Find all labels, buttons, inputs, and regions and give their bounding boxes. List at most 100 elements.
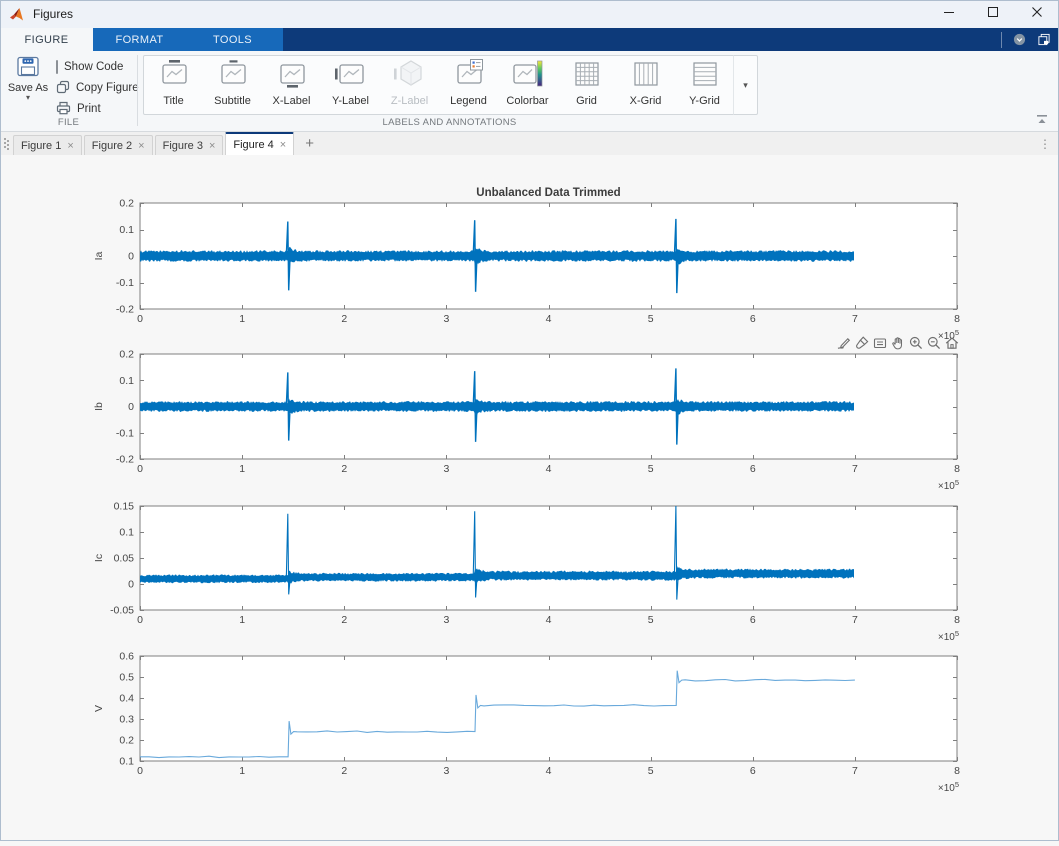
labels-section-label: LABELS AND ANNOTATIONS <box>143 117 756 128</box>
labels-section-more-button[interactable]: ▾ <box>733 55 758 115</box>
brush-icon[interactable] <box>853 334 870 351</box>
undock-icon[interactable] <box>1037 33 1051 46</box>
copy-figure-icon <box>56 80 70 97</box>
x-tick-label: 3 <box>443 614 449 626</box>
figure-tab-figure-4[interactable]: Figure 4× <box>225 132 294 155</box>
button-label: Subtitle <box>214 95 251 107</box>
x-tick-label: 1 <box>239 614 245 626</box>
figure-tab-figure-3[interactable]: Figure 3 × <box>155 135 224 155</box>
datatips-icon[interactable] <box>871 334 888 351</box>
zoom-in-icon[interactable] <box>907 334 924 351</box>
y-axis-label: Ic <box>93 554 105 562</box>
x-scale-label: ×105 <box>938 780 959 794</box>
y-tick-label: 0.05 <box>114 553 135 565</box>
button-label: Title <box>163 95 183 107</box>
x-tick-label: 3 <box>443 313 449 325</box>
x-tick-label: 3 <box>443 765 449 777</box>
y-tick-label: 0 <box>128 401 134 413</box>
button-label: Y-Label <box>332 95 369 107</box>
figure-tab-figure-2[interactable]: Figure 2 × <box>84 135 153 155</box>
figure-tab-label: Figure 2 <box>92 140 132 152</box>
title-button[interactable]: Title <box>144 56 203 114</box>
x-tick-label: 2 <box>341 313 347 325</box>
subtitle-button[interactable]: Subtitle <box>203 56 262 114</box>
tabbar-menu-icon[interactable]: ⋮ <box>1039 137 1051 151</box>
button-label: Z-Label <box>391 95 428 107</box>
minimize-toolstrip-icon[interactable] <box>1035 113 1051 127</box>
show-code-label: Show Code <box>64 61 123 73</box>
y-label-button[interactable]: Y-Label <box>321 56 380 114</box>
button-label: X-Label <box>273 95 311 107</box>
show-code-checkbox[interactable]: Show Code <box>56 59 123 75</box>
y-tick-label: -0.05 <box>110 605 134 617</box>
close-tab-icon[interactable]: × <box>209 140 215 152</box>
section-divider <box>137 55 138 126</box>
checkbox-icon <box>56 61 58 73</box>
legend-button[interactable]: Legend <box>439 56 498 114</box>
maximize-button[interactable] <box>971 0 1015 28</box>
colorbar-button[interactable]: Colorbar <box>498 56 557 114</box>
y-tick-label: 0.1 <box>119 375 134 387</box>
x-scale-label: ×105 <box>938 629 959 643</box>
ribbon-tab-tools[interactable]: TOOLS <box>186 28 279 51</box>
axes-box <box>140 656 957 761</box>
x-tick-label: 1 <box>239 463 245 475</box>
y-tick-label: 0.1 <box>119 224 134 236</box>
close-tab-icon[interactable]: × <box>67 140 73 152</box>
save-as-dropdown-icon[interactable]: ▾ <box>6 95 50 101</box>
y-tick-label: 0.15 <box>114 501 135 513</box>
copy-figure-label: Copy Figure <box>76 82 139 94</box>
y-label-icon <box>334 58 368 95</box>
x-tick-label: 6 <box>750 614 756 626</box>
print-button[interactable]: Print <box>56 101 101 117</box>
x-tick-label: 0 <box>137 614 143 626</box>
pan-icon[interactable] <box>889 334 906 351</box>
x-tick-label: 4 <box>546 614 552 626</box>
x-grid-icon <box>629 58 663 95</box>
minimize-button[interactable] <box>927 0 971 28</box>
y-tick-label: -0.2 <box>116 304 134 316</box>
figure-tab-label: Figure 1 <box>21 140 61 152</box>
export-icon[interactable] <box>835 334 852 351</box>
restore-view-icon[interactable] <box>943 334 960 351</box>
ribbon-arrow-icon[interactable] <box>1013 33 1026 46</box>
close-tab-icon[interactable]: × <box>280 139 286 151</box>
copy-figure-button[interactable]: Copy Figure <box>56 80 139 96</box>
close-icon <box>1031 5 1043 23</box>
y-tick-label: 0.4 <box>119 693 134 705</box>
ribbon-tab-figure[interactable]: FIGURE <box>0 28 93 51</box>
figure-tab-figure-1[interactable]: Figure 1 × <box>13 135 82 155</box>
figure-tab-label: Figure 3 <box>163 140 203 152</box>
tabbar-grip-icon[interactable] <box>3 137 10 151</box>
x-tick-label: 8 <box>954 765 960 777</box>
y-tick-label: -0.1 <box>116 427 134 439</box>
x-tick-label: 8 <box>954 463 960 475</box>
window-titlebar: Figures <box>0 0 1059 28</box>
figure-tab-bar: Figure 1×Figure 2×Figure 3×Figure 4×+⋮ <box>0 132 1059 156</box>
ribbon-tab-format[interactable]: FORMAT <box>93 28 186 51</box>
title-icon <box>157 58 191 95</box>
y-tick-label: 0.5 <box>119 672 134 684</box>
x-tick-label: 6 <box>750 765 756 777</box>
close-button[interactable] <box>1015 0 1059 28</box>
save-as-icon <box>6 56 50 81</box>
subplot-Ib: 012345678-0.2-0.100.10.2Ib×105 <box>93 349 960 493</box>
x-tick-label: 6 <box>750 463 756 475</box>
figure-canvas: 012345678-0.2-0.100.10.2IaUnbalanced Dat… <box>0 155 1059 841</box>
x-grid-button[interactable]: X-Grid <box>616 56 675 114</box>
y-grid-icon <box>688 58 722 95</box>
subplot-Ic: 012345678-0.0500.050.10.15Ic×105 <box>93 501 960 644</box>
ribbon-tab-strip: FIGUREFORMATTOOLS <box>0 28 1059 51</box>
grid-button[interactable]: Grid <box>557 56 616 114</box>
subplot-V: 0123456780.10.20.30.40.50.6V×105 <box>93 651 960 795</box>
close-tab-icon[interactable]: × <box>138 140 144 152</box>
new-figure-tab-button[interactable]: + <box>305 136 314 151</box>
y-grid-button[interactable]: Y-Grid <box>675 56 734 114</box>
x-tick-label: 0 <box>137 463 143 475</box>
y-tick-label: 0 <box>128 579 134 591</box>
y-tick-label: 0.1 <box>119 756 134 768</box>
zoom-out-icon[interactable] <box>925 334 942 351</box>
axes-box <box>140 506 957 610</box>
x-label-button[interactable]: X-Label <box>262 56 321 114</box>
save-as-button[interactable]: Save As ▾ <box>6 56 50 101</box>
